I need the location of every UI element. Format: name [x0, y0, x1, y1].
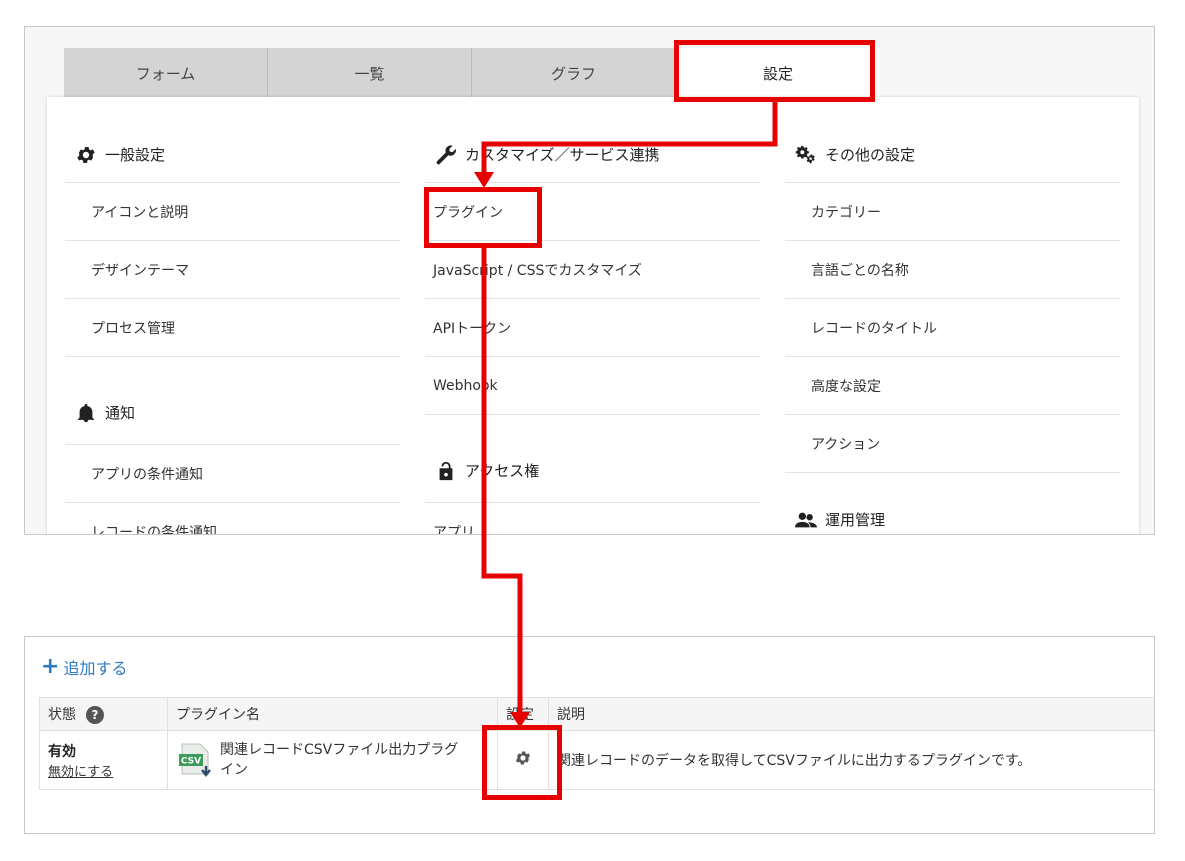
disable-plugin-link[interactable]: 無効にする [48, 765, 113, 780]
menu-item-api-token[interactable]: APIトークン [425, 299, 760, 357]
column-header-name: プラグイン名 [167, 697, 498, 731]
plugin-description: 関連レコードのデータを取得してCSVファイルに出力するプラグインです。 [557, 753, 1032, 769]
bell-icon [75, 402, 97, 424]
people-icon [795, 509, 817, 531]
menu-item-category[interactable]: カテゴリー [785, 183, 1120, 241]
menu-item-icon-description[interactable]: アイコンと説明 [65, 183, 400, 241]
plugin-name-cell: CSV 関連レコードCSVファイル出力プラグイン [167, 730, 498, 790]
plus-icon: + [41, 654, 60, 679]
table-row: 有効 無効にする CSV 関連レコードCSVファイル出力プラグイン 関連レコード… [39, 730, 1154, 790]
column-header-label: 設定 [506, 707, 534, 723]
menu-item-label: アイコンと説明 [91, 204, 189, 221]
help-icon[interactable]: ? [86, 706, 104, 724]
column-header-label: 状態 [48, 707, 76, 723]
section-header-access: アクセス権 [425, 415, 760, 503]
csv-file-icon: CSV [176, 740, 212, 780]
menu-item-label: プロセス管理 [91, 320, 175, 337]
menu-item-label: レコードのタイトル [811, 320, 937, 337]
lock-icon [435, 460, 457, 482]
menu-item-label: Webhook [433, 377, 498, 394]
menu-item-label: JavaScript / CSSでカスタマイズ [433, 262, 642, 279]
section-header-operations: 運用管理 [785, 473, 1120, 534]
app-settings-panel: フォーム 一覧 グラフ 設定 一般設定 アイコンと説明 デザインテーマ プロセス… [24, 26, 1155, 535]
plugin-description-cell: 関連レコードのデータを取得してCSVファイルに出力するプラグインです。 [548, 730, 1154, 790]
menu-item-label: レコードの条件通知 [91, 524, 217, 535]
menu-item-record-title[interactable]: レコードのタイトル [785, 299, 1120, 357]
wrench-icon [435, 144, 457, 166]
menu-item-label: アプリの条件通知 [91, 466, 203, 483]
menu-item-action[interactable]: アクション [785, 415, 1120, 473]
menu-item-app-condition-notify[interactable]: アプリの条件通知 [65, 445, 400, 503]
csv-icon-label: CSV [181, 757, 201, 767]
menu-item-advanced-settings[interactable]: 高度な設定 [785, 357, 1120, 415]
tab-list[interactable]: 一覧 [268, 48, 472, 98]
add-plugin-link[interactable]: + 追加する [41, 655, 127, 679]
section-title: 運用管理 [825, 511, 886, 529]
plugin-table: 状態? プラグイン名 設定 説明 有効 無効にする CSV 関連レコードCSVフ… [39, 697, 1154, 790]
plugin-status: 有効 [48, 743, 76, 760]
column-header-label: プラグイン名 [176, 707, 260, 723]
menu-item-label: APIトークン [433, 320, 512, 337]
column-header-description: 説明 [548, 697, 1154, 731]
menu-item-js-css-customize[interactable]: JavaScript / CSSでカスタマイズ [425, 241, 760, 299]
annotation-box-plugin-gear [482, 725, 562, 800]
menu-item-process-management[interactable]: プロセス管理 [65, 299, 400, 357]
annotation-box-plugin-item [424, 187, 542, 248]
menu-item-label: アクション [811, 436, 881, 453]
table-header-row: 状態? プラグイン名 設定 説明 [39, 697, 1154, 731]
plugin-status-cell: 有効 無効にする [39, 730, 168, 790]
settings-column-other: その他の設定 カテゴリー 言語ごとの名称 レコードのタイトル 高度な設定 アクシ… [785, 97, 1120, 534]
menu-item-language-names[interactable]: 言語ごとの名称 [785, 241, 1120, 299]
tab-graph[interactable]: グラフ [472, 48, 676, 98]
plugin-name: 関連レコードCSVファイル出力プラグイン [220, 742, 459, 778]
tab-label: グラフ [550, 64, 596, 83]
settings-column-customize: カスタマイズ／サービス連携 プラグイン JavaScript / CSSでカスタ… [425, 97, 760, 535]
section-header-notification: 通知 [65, 357, 400, 445]
section-header-general: 一般設定 [65, 127, 400, 183]
menu-item-label: 言語ごとの名称 [811, 262, 909, 279]
menu-item-design-theme[interactable]: デザインテーマ [65, 241, 400, 299]
section-title: 一般設定 [105, 146, 166, 164]
section-header-other: その他の設定 [785, 127, 1120, 183]
gear-icon [75, 144, 97, 166]
section-title: 通知 [105, 404, 136, 422]
gears-icon [795, 144, 817, 166]
menu-item-record-condition-notify[interactable]: レコードの条件通知 [65, 503, 400, 535]
menu-item-app-access[interactable]: アプリ [425, 503, 760, 535]
tab-label: 一覧 [354, 64, 385, 83]
column-header-label: 説明 [557, 707, 585, 723]
settings-card: 一般設定 アイコンと説明 デザインテーマ プロセス管理 通知 アプリの条件通知 … [47, 97, 1139, 535]
menu-item-webhook[interactable]: Webhook [425, 357, 760, 415]
section-title: その他の設定 [825, 146, 916, 164]
section-header-customize: カスタマイズ／サービス連携 [425, 127, 760, 183]
add-plugin-label: 追加する [63, 659, 128, 678]
menu-item-label: 高度な設定 [811, 378, 881, 395]
menu-item-label: カテゴリー [811, 204, 881, 221]
annotation-box-settings-tab [674, 40, 875, 102]
tab-form[interactable]: フォーム [64, 48, 268, 98]
plugin-list-panel: + 追加する 状態? プラグイン名 設定 説明 有効 無効にする CSV 関連レ… [24, 636, 1155, 834]
menu-item-label: アプリ [433, 524, 475, 535]
tab-label: フォーム [135, 64, 196, 83]
settings-column-general: 一般設定 アイコンと説明 デザインテーマ プロセス管理 通知 アプリの条件通知 … [65, 97, 400, 535]
menu-item-label: デザインテーマ [91, 262, 189, 279]
column-header-status: 状態? [39, 697, 168, 731]
section-title: カスタマイズ／サービス連携 [465, 146, 660, 164]
section-title: アクセス権 [465, 462, 540, 480]
